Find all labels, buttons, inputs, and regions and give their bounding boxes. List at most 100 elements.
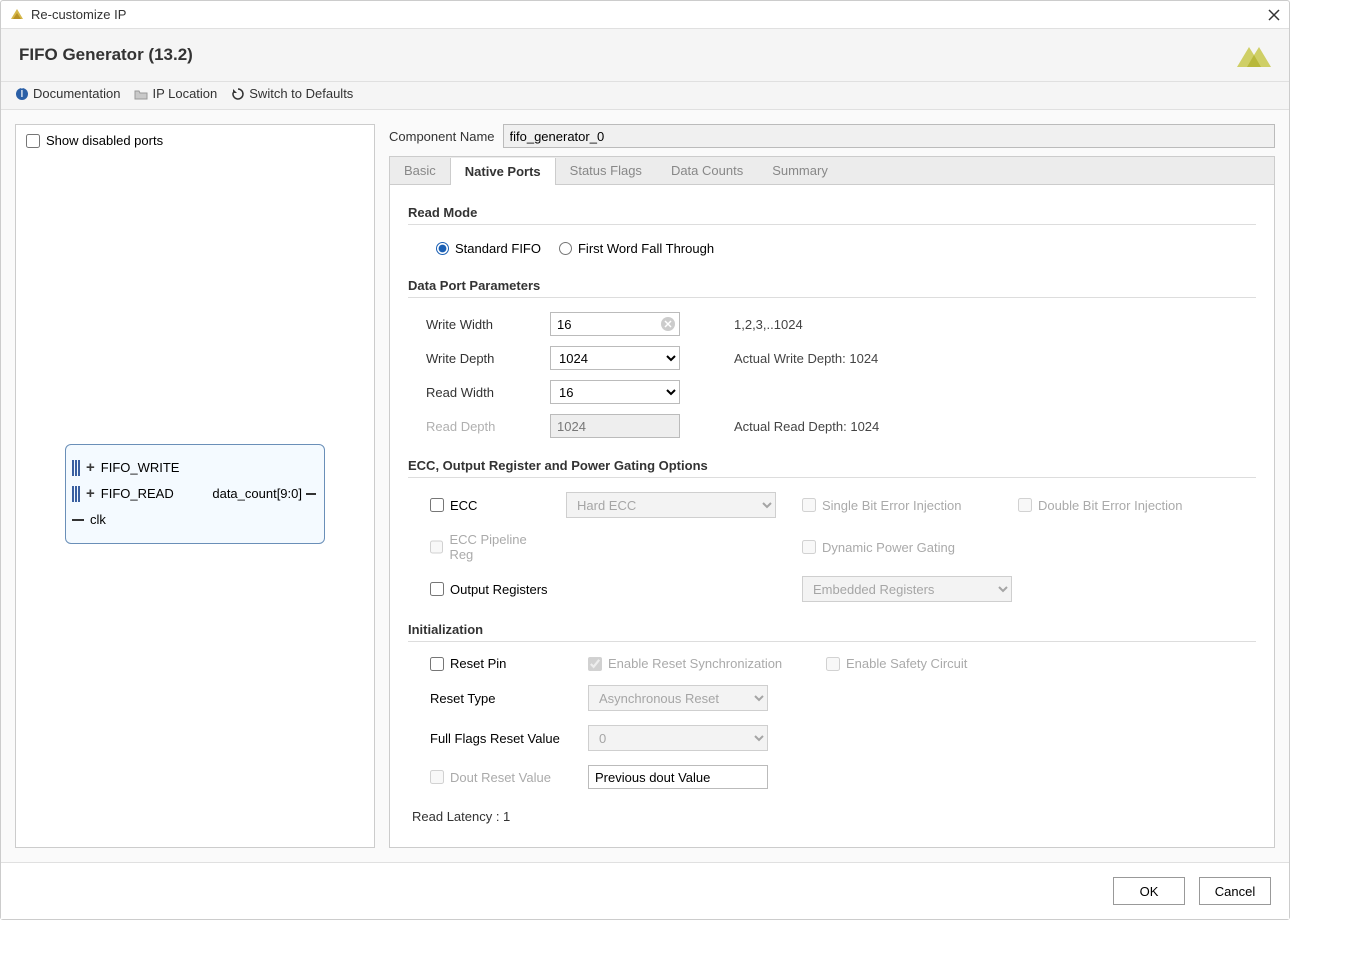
tab-bar: Basic Native Ports Status Flags Data Cou…	[389, 156, 1275, 185]
reset-type-select: Asynchronous Reset	[588, 685, 768, 711]
bus-icon	[72, 486, 80, 502]
ip-symbol: + FIFO_WRITE + FIFO_READ data_count[9:0]…	[65, 444, 325, 544]
tab-data-counts[interactable]: Data Counts	[657, 157, 758, 184]
header: FIFO Generator (13.2)	[1, 29, 1289, 82]
divider	[408, 641, 1256, 642]
enable-reset-sync-checkbox	[588, 657, 602, 671]
component-name-input[interactable]	[503, 124, 1276, 148]
clear-icon[interactable]	[660, 316, 676, 332]
reset-pin-checkbox[interactable]	[430, 657, 444, 671]
fwft-label: First Word Fall Through	[578, 241, 714, 256]
ecc-pipeline-label: ECC Pipeline Reg	[449, 532, 550, 562]
full-flags-label: Full Flags Reset Value	[430, 731, 570, 746]
standard-fifo-label: Standard FIFO	[455, 241, 541, 256]
divider	[408, 224, 1256, 225]
page-title: FIFO Generator (13.2)	[19, 45, 1237, 65]
ecc-pipeline-checkbox	[430, 540, 443, 554]
single-bit-checkbox	[802, 498, 816, 512]
single-bit-label: Single Bit Error Injection	[822, 498, 961, 513]
port-fifo-read: FIFO_READ	[101, 486, 174, 501]
ecc-title: ECC, Output Register and Power Gating Op…	[408, 458, 1256, 473]
read-mode-title: Read Mode	[408, 205, 1256, 220]
wire-stub-icon	[72, 519, 84, 521]
ecc-label: ECC	[450, 498, 477, 513]
tab-status-flags[interactable]: Status Flags	[556, 157, 657, 184]
close-icon[interactable]	[1267, 8, 1281, 22]
ecc-checkbox[interactable]	[430, 498, 444, 512]
bus-icon	[72, 460, 80, 476]
refresh-icon	[231, 87, 245, 101]
tab-summary[interactable]: Summary	[758, 157, 843, 184]
reset-pin-label: Reset Pin	[450, 656, 506, 671]
dialog-window: Re-customize IP FIFO Generator (13.2) i …	[0, 0, 1290, 920]
write-depth-label: Write Depth	[426, 351, 536, 366]
enable-safety-label: Enable Safety Circuit	[846, 656, 967, 671]
dout-reset-label: Dout Reset Value	[450, 770, 551, 785]
output-reg-type-select: Embedded Registers	[802, 576, 1012, 602]
fwft-radio-input[interactable]	[559, 242, 572, 255]
window-title: Re-customize IP	[31, 7, 1267, 22]
data-port-title: Data Port Parameters	[408, 278, 1256, 293]
switch-defaults-button[interactable]: Switch to Defaults	[231, 86, 353, 101]
symbol-panel: Show disabled ports + FIFO_WRITE + FIFO_…	[15, 124, 375, 848]
config-panel: Component Name Basic Native Ports Status…	[389, 124, 1275, 848]
divider	[408, 297, 1256, 298]
ip-location-label: IP Location	[152, 86, 217, 101]
read-mode-fwft-radio[interactable]: First Word Fall Through	[559, 241, 714, 256]
enable-reset-sync-label: Enable Reset Synchronization	[608, 656, 782, 671]
port-data-count: data_count[9:0]	[212, 486, 302, 501]
dout-reset-value-input[interactable]	[588, 765, 768, 789]
reset-type-label: Reset Type	[430, 691, 570, 706]
full-flags-select: 0	[588, 725, 768, 751]
output-registers-label: Output Registers	[450, 582, 548, 597]
titlebar: Re-customize IP	[1, 1, 1289, 29]
footer: OK Cancel	[1, 862, 1289, 919]
documentation-button[interactable]: i Documentation	[15, 86, 120, 101]
ecc-type-select: Hard ECC	[566, 492, 776, 518]
wire-stub-icon	[306, 493, 316, 495]
ok-button[interactable]: OK	[1113, 877, 1185, 905]
read-mode-standard-radio[interactable]: Standard FIFO	[436, 241, 541, 256]
vendor-logo-icon	[1237, 45, 1271, 73]
ip-location-button[interactable]: IP Location	[134, 86, 217, 101]
enable-safety-checkbox	[826, 657, 840, 671]
write-depth-select[interactable]: 1024	[550, 346, 680, 370]
cancel-button[interactable]: Cancel	[1199, 877, 1271, 905]
show-disabled-ports-checkbox[interactable]	[26, 134, 40, 148]
tab-basic[interactable]: Basic	[390, 157, 451, 184]
read-width-label: Read Width	[426, 385, 536, 400]
dout-reset-checkbox	[430, 770, 444, 784]
switch-defaults-label: Switch to Defaults	[249, 86, 353, 101]
app-icon	[9, 7, 25, 23]
initialization-title: Initialization	[408, 622, 1256, 637]
divider	[408, 477, 1256, 478]
show-disabled-ports-label: Show disabled ports	[46, 133, 163, 148]
port-fifo-write: FIFO_WRITE	[101, 460, 180, 475]
tab-native-ports[interactable]: Native Ports	[450, 158, 556, 185]
ip-symbol-diagram: + FIFO_WRITE + FIFO_READ data_count[9:0]…	[26, 148, 364, 839]
read-depth-label: Read Depth	[426, 419, 536, 434]
expand-icon[interactable]: +	[86, 485, 95, 502]
expand-icon[interactable]: +	[86, 459, 95, 476]
read-depth-hint: Actual Read Depth: 1024	[734, 419, 1256, 434]
port-clk: clk	[90, 512, 106, 527]
toolbar: i Documentation IP Location Switch to De…	[1, 82, 1289, 110]
write-width-label: Write Width	[426, 317, 536, 332]
svg-text:i: i	[21, 87, 24, 100]
double-bit-checkbox	[1018, 498, 1032, 512]
read-latency-label: Read Latency : 1	[408, 803, 1256, 824]
read-width-select[interactable]: 16	[550, 380, 680, 404]
documentation-label: Documentation	[33, 86, 120, 101]
write-depth-hint: Actual Write Depth: 1024	[734, 351, 1256, 366]
double-bit-label: Double Bit Error Injection	[1038, 498, 1183, 513]
main-area: Show disabled ports + FIFO_WRITE + FIFO_…	[1, 110, 1289, 862]
info-icon: i	[15, 87, 29, 101]
tab-content: Read Mode Standard FIFO First Word Fall …	[389, 185, 1275, 848]
dyn-power-label: Dynamic Power Gating	[822, 540, 955, 555]
read-depth-input	[550, 414, 680, 438]
output-registers-checkbox[interactable]	[430, 582, 444, 596]
standard-fifo-radio-input[interactable]	[436, 242, 449, 255]
write-width-hint: 1,2,3,..1024	[734, 317, 1256, 332]
dyn-power-checkbox	[802, 540, 816, 554]
component-name-label: Component Name	[389, 129, 495, 144]
